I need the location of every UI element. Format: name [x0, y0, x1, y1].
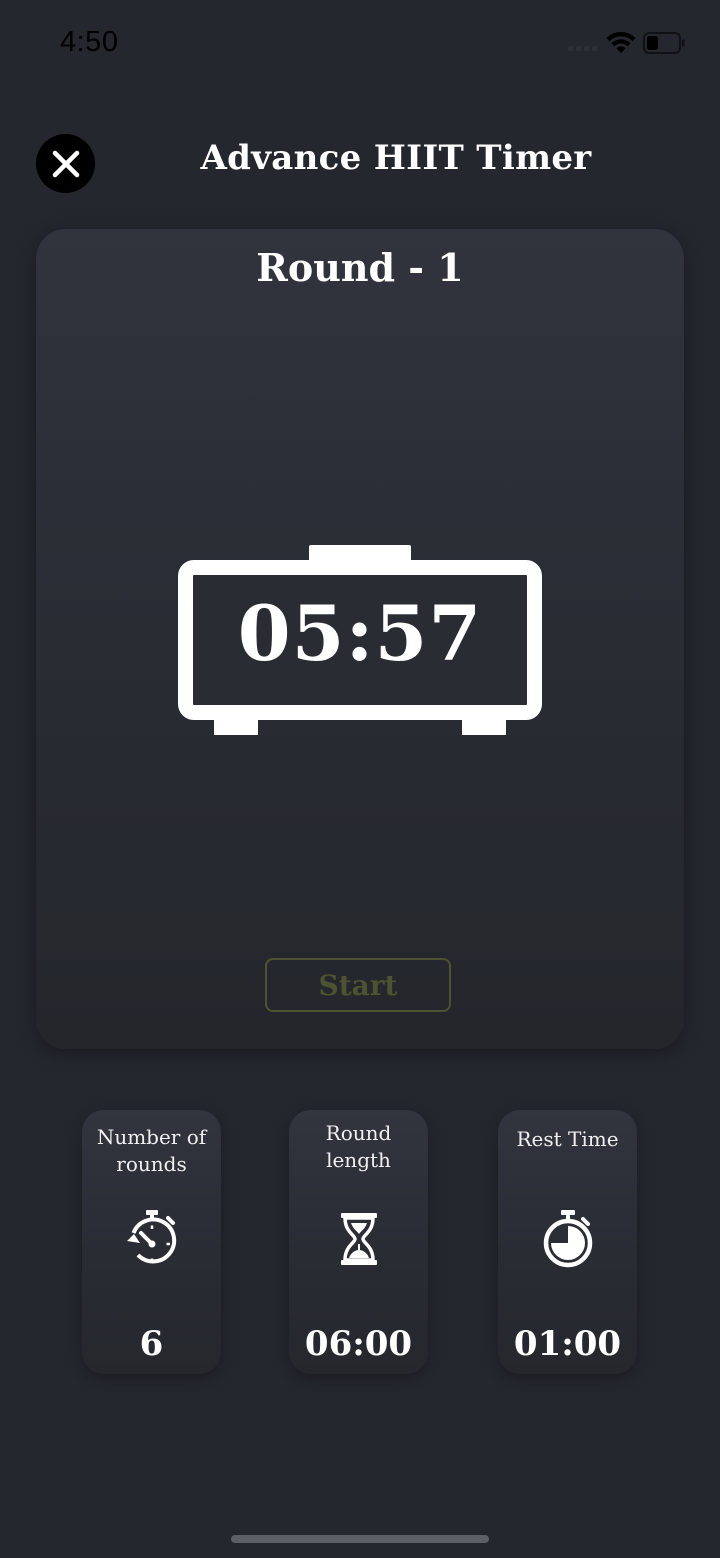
number-of-rounds-card[interactable]: Number of rounds 6	[82, 1110, 221, 1374]
number-of-rounds-value: 6	[139, 1324, 164, 1364]
rest-time-card[interactable]: Rest Time 01:00	[498, 1110, 637, 1374]
clock-foot-right	[462, 713, 506, 735]
timer-card: Round - 1 05:57 Start	[36, 229, 684, 1049]
round-length-value: 06:00	[304, 1324, 413, 1364]
wifi-icon	[606, 31, 636, 53]
stopwatch-icon	[543, 1210, 593, 1268]
status-time: 4:50	[60, 26, 119, 58]
alarm-clock-icon: 05:57	[178, 545, 542, 735]
clock-foot-left	[214, 713, 258, 735]
rest-time-label: Rest Time	[516, 1127, 619, 1151]
round-label: Round - 1	[256, 245, 464, 290]
timer-display: 05:57	[237, 589, 483, 678]
cellular-signal-icon	[568, 46, 597, 51]
stopwatch-reset-icon	[127, 1210, 177, 1264]
hourglass-icon	[341, 1213, 377, 1265]
close-button[interactable]	[36, 134, 95, 193]
round-length-label: Round length	[325, 1121, 392, 1172]
round-length-card[interactable]: Round length 06:00	[289, 1110, 428, 1374]
rest-time-value: 01:00	[513, 1324, 622, 1364]
page-title: Advance HIIT Timer	[200, 138, 592, 178]
battery-icon	[643, 32, 685, 54]
number-of-rounds-label: Number of rounds	[96, 1125, 207, 1176]
home-indicator[interactable]	[231, 1535, 489, 1543]
close-icon	[52, 150, 79, 177]
start-button[interactable]: Start	[265, 958, 451, 1012]
